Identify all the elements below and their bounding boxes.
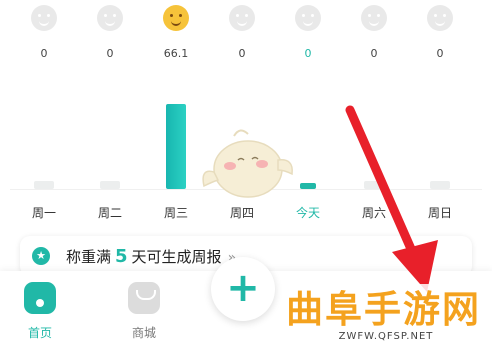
day-value: 0 [106,47,114,60]
day-value: 0 [40,47,48,60]
day-value: 0 [370,47,378,60]
shopping-bag-icon [128,282,160,314]
home-icon [24,282,56,314]
day-label: 周六 [361,206,386,220]
day-column[interactable]: 0 周一 [11,0,77,230]
day-column[interactable]: 0 周日 [407,0,473,230]
day-value: 0 [304,47,312,60]
day-bar [34,181,54,189]
watermark-url: ZWFW.QFSP.NET [338,331,434,342]
neutral-face-icon [97,5,123,31]
day-bar [300,183,316,189]
tab-home[interactable]: 首页 [10,271,70,346]
neutral-face-icon [427,5,453,31]
mascot-illustration [202,129,293,198]
happy-face-icon [163,5,189,31]
day-value: 66.1 [163,47,189,60]
report-suffix: 天可生成周报 [131,248,222,266]
day-label: 周三 [163,206,188,220]
neutral-face-icon [31,5,57,31]
day-bar [166,104,186,189]
day-label: 周日 [427,206,452,220]
day-bar [430,181,450,189]
tab-home-label: 首页 [27,326,52,340]
report-prefix: 称重满 [66,248,112,266]
day-label: 周四 [229,206,254,220]
day-value: 0 [436,47,444,60]
weekly-report-text: 称重满5天可生成周报» [66,246,236,267]
tab-mall-label: 商城 [131,326,156,340]
tab-mall[interactable]: 商城 [114,271,174,346]
report-days: 5 [115,246,128,267]
neutral-face-icon [361,5,387,31]
day-column[interactable]: 0 周六 [341,0,407,230]
neutral-face-icon [295,5,321,31]
day-bar [364,181,384,189]
neutral-face-icon [229,5,255,31]
day-bar [100,181,120,189]
day-value: 0 [238,47,246,60]
day-label: 周二 [97,206,122,220]
day-label: 今天 [295,206,320,220]
day-column[interactable]: 0 周二 [77,0,143,230]
day-label: 周一 [31,206,56,220]
add-record-button[interactable]: + [211,257,275,321]
star-icon: ★ [32,247,50,265]
watermark-title: 曲阜手游网 [286,287,481,331]
